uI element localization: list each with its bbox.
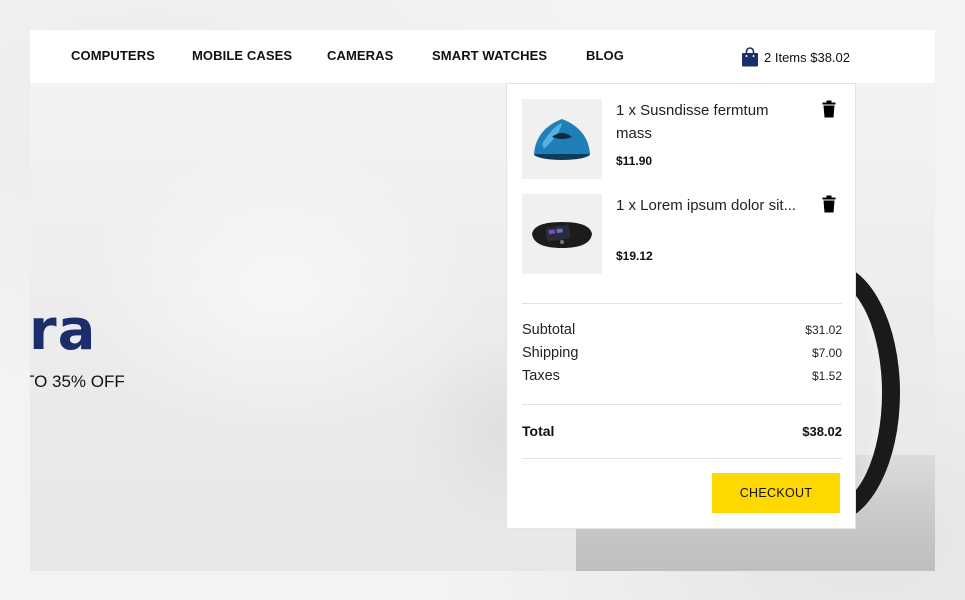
cart-item-thumbnail[interactable] <box>522 99 602 179</box>
total-row: Total $38.02 <box>522 423 842 439</box>
shipping-row: Shipping $7.00 <box>522 345 842 361</box>
shipping-label: Shipping <box>522 345 579 361</box>
subtotal-row: Subtotal $31.02 <box>522 322 842 338</box>
cart-item: 1 x Susndisse fermtum mass $11.90 <box>522 99 842 179</box>
smartwatch-icon <box>532 222 592 248</box>
divider <box>522 404 842 405</box>
cart-summary-text: 2 Items $38.02 <box>764 49 850 65</box>
cart-dropdown: 1 x Susndisse fermtum mass $11.90 1 x Lo… <box>506 83 856 529</box>
subtotal-value: $31.02 <box>805 323 842 337</box>
divider <box>522 303 842 304</box>
taxes-value: $1.52 <box>811 369 842 383</box>
top-navigation: COMPUTERS MOBILE CASES CAMERAS SMART WAT… <box>30 30 935 83</box>
taxes-label: Taxes <box>522 368 560 384</box>
hero-title: era <box>30 298 97 363</box>
trash-icon[interactable] <box>822 195 836 213</box>
checkout-button[interactable]: CHECKOUT <box>712 473 840 513</box>
trash-icon[interactable] <box>822 100 836 118</box>
cart-summary-button[interactable]: 2 Items $38.02 <box>741 47 850 67</box>
nav-item-cameras[interactable]: CAMERAS <box>327 48 393 63</box>
shipping-value: $7.00 <box>811 346 842 360</box>
cart-item: 1 x Lorem ipsum dolor sit... $19.12 <box>522 194 842 274</box>
cart-item-thumbnail[interactable] <box>522 194 602 274</box>
taxes-row: Taxes $1.52 <box>522 368 842 384</box>
nav-item-smart-watches[interactable]: SMART WATCHES <box>432 48 547 63</box>
nav-item-computers[interactable]: COMPUTERS <box>71 48 155 63</box>
subtotal-label: Subtotal <box>522 322 576 338</box>
total-value: $38.02 <box>802 424 842 439</box>
cart-item-price: $11.90 <box>616 154 653 168</box>
cart-item-price: $19.12 <box>616 249 653 263</box>
speaker-icon <box>534 119 590 160</box>
cart-item-name[interactable]: 1 x Lorem ipsum dolor sit... <box>616 194 806 217</box>
divider <box>522 458 842 459</box>
shopping-bag-icon <box>742 47 758 67</box>
total-label: Total <box>522 423 555 439</box>
nav-item-blog[interactable]: BLOG <box>586 48 624 63</box>
nav-item-mobile-cases[interactable]: MOBILE CASES <box>192 48 292 63</box>
hero-subtitle: TO 35% OFF <box>30 372 125 391</box>
cart-item-name[interactable]: 1 x Susndisse fermtum mass <box>616 99 806 145</box>
